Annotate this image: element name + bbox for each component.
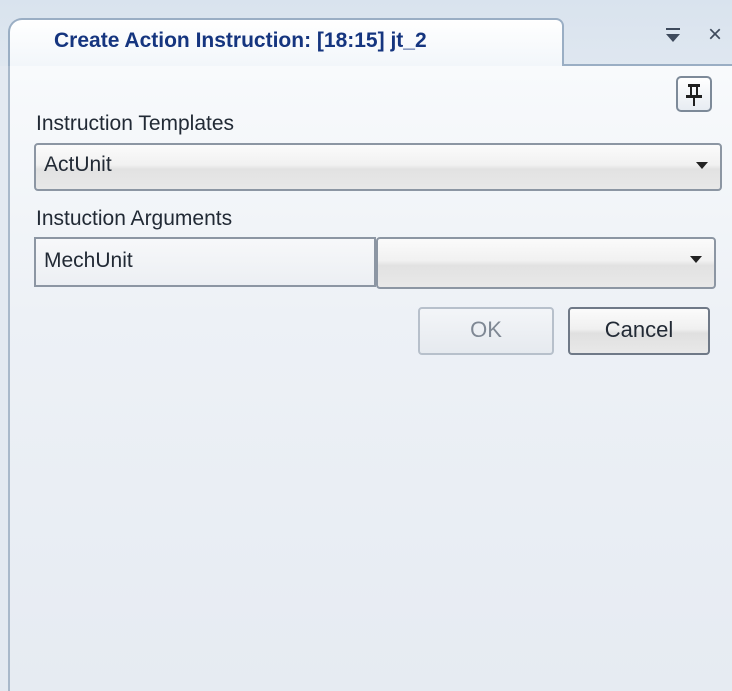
ok-button[interactable]: OK: [418, 307, 554, 355]
argument-value-select[interactable]: [376, 237, 716, 289]
pin-icon: [686, 84, 702, 106]
create-action-instruction-window: Create Action Instruction: [18:15] jt_2 …: [0, 0, 732, 691]
menu-arrow-shape: [666, 34, 680, 42]
dropdown-menu-icon[interactable]: [662, 22, 686, 50]
tab-create-action-instruction[interactable]: Create Action Instruction: [18:15] jt_2: [8, 18, 564, 66]
close-icon[interactable]: ×: [708, 20, 732, 50]
argument-name: MechUnit: [44, 249, 133, 272]
tab-title: Create Action Instruction: [18:15] jt_2: [54, 29, 427, 52]
chevron-down-icon: [696, 162, 708, 169]
instruction-templates-value: ActUnit: [44, 153, 112, 176]
instruction-templates-select[interactable]: ActUnit: [34, 143, 722, 191]
pin-button[interactable]: [676, 76, 712, 112]
chevron-down-icon: [690, 256, 702, 263]
instruction-templates-label: Instruction Templates: [36, 112, 235, 135]
instruction-arguments-label: Instuction Arguments: [36, 207, 233, 230]
argument-name-cell: MechUnit: [34, 237, 376, 287]
cancel-button[interactable]: Cancel: [568, 307, 710, 355]
menu-bar-shape: [666, 28, 680, 30]
tab-strip: Create Action Instruction: [18:15] jt_2 …: [0, 0, 732, 66]
